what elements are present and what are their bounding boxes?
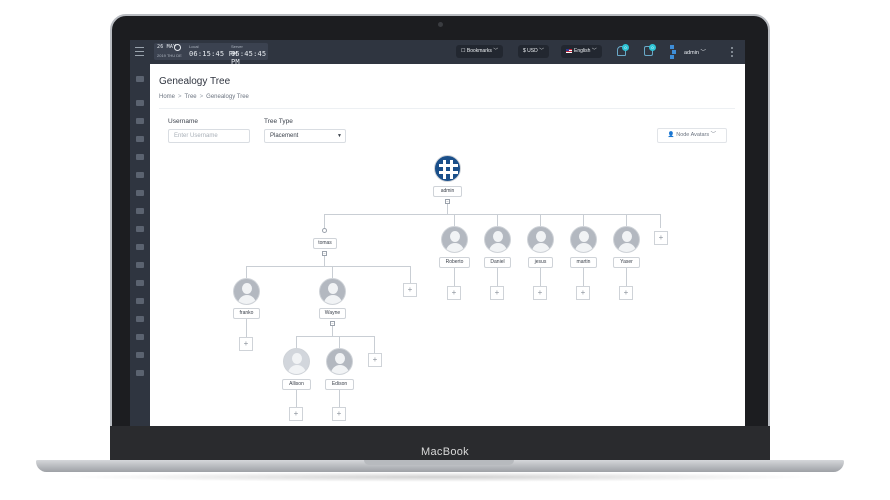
tree-connector [324,214,661,215]
add-node-button[interactable]: + [239,337,253,351]
add-node-button[interactable]: + [403,283,417,297]
node-label-franko[interactable]: franko [233,308,260,319]
avatar-icon[interactable] [326,348,353,375]
tree-connector [497,268,498,286]
add-node-button[interactable]: + [332,407,346,421]
avatar-icon[interactable] [484,226,511,253]
tree-connector [454,268,455,286]
root-logo-avatar[interactable] [434,155,461,182]
add-node-button[interactable]: + [619,286,633,300]
tree-connector [296,390,297,408]
node-label-jesus[interactable]: jesus [528,257,553,268]
tree-connector [296,336,375,337]
node-label-wayne[interactable]: Wayne [319,308,346,319]
node-label-root[interactable]: admin [433,186,462,197]
tree-connector [332,326,333,336]
tree-connector [296,336,297,348]
tree-connector [324,256,325,266]
avatar-icon[interactable] [319,278,346,305]
tree-connector [660,214,661,228]
avatar-icon[interactable] [570,226,597,253]
laptop-shadow [60,472,820,482]
brand-label: MacBook [421,446,469,458]
tree-connector [583,268,584,286]
tree-connector [410,266,411,283]
node-label-edison[interactable]: Edison [325,379,354,390]
node-label-roberto[interactable]: Roberto [439,257,470,268]
camera-dot [438,22,443,27]
node-label-yaser[interactable]: Yaser [613,257,640,268]
tree-connector [332,266,333,278]
tree-connector [540,268,541,286]
add-node-button[interactable]: + [368,353,382,367]
tree-connector [246,266,247,278]
add-node-button[interactable]: + [289,407,303,421]
avatar-icon[interactable] [527,226,554,253]
tree-connector [374,336,375,353]
avatar-icon[interactable] [233,278,260,305]
tree-connector [246,319,247,337]
node-dot-icon [322,228,327,233]
add-node-button[interactable]: + [447,286,461,300]
avatar-icon[interactable] [613,226,640,253]
laptop-notch [364,460,514,465]
node-label-allison[interactable]: Allison [282,379,311,390]
add-node-button[interactable]: + [533,286,547,300]
node-label-tomas[interactable]: tomas [313,238,337,249]
node-label-daniel[interactable]: Daniel [484,257,511,268]
macbook-mockup: MacBook 26 MAY 2019 THU DE Local 06:15:4… [0,0,890,500]
node-label-martin[interactable]: martin [570,257,597,268]
app-screen: 26 MAY 2019 THU DE Local 06:15:45 PM Ser… [130,40,745,426]
genealogy-tree: admin − tomas − Roberto + Daniel + jesus… [130,40,745,426]
tree-connector [339,336,340,348]
avatar-icon[interactable] [283,348,310,375]
tree-connector [246,266,411,267]
add-node-button[interactable]: + [576,286,590,300]
tree-connector [324,214,325,228]
avatar-icon[interactable] [441,226,468,253]
tree-connector [626,268,627,286]
add-node-button[interactable]: + [654,231,668,245]
tree-connector [447,204,448,214]
tree-connector [339,390,340,408]
add-node-button[interactable]: + [490,286,504,300]
